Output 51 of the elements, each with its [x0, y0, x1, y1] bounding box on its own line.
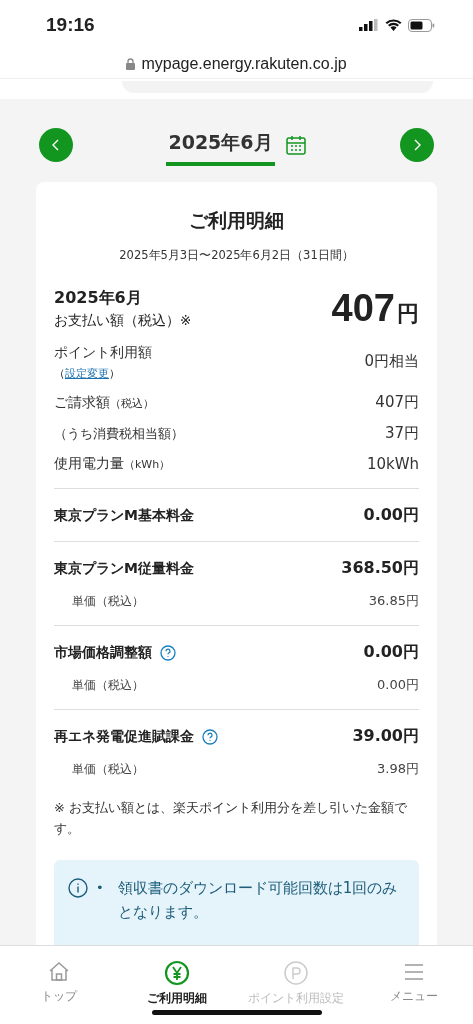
unit-price-value: 3.98円 [377, 760, 419, 778]
nav-tab[interactable]: ご利用明細 [118, 946, 237, 1024]
charge-label: 東京プランM従量料金 [54, 559, 194, 578]
nav-tab[interactable]: トップ [0, 946, 119, 1024]
battery-icon [408, 18, 435, 32]
lock-icon [126, 58, 136, 70]
currency-unit: 円 [397, 300, 419, 328]
url-text[interactable]: mypage.energy.rakuten.co.jp [141, 55, 347, 73]
charge-value: 0.00円 [363, 642, 419, 663]
summary-label: 使用電力量（kWh） [54, 455, 171, 473]
nav-tab[interactable]: メニュー [354, 946, 473, 1024]
status-time: 19:16 [46, 14, 95, 36]
settings-note: （設定変更） [54, 367, 120, 380]
charge-label: 東京プランM基本料金 [54, 506, 194, 525]
help-icon[interactable] [160, 644, 176, 661]
info-icon [68, 877, 88, 898]
signal-icon [359, 19, 379, 31]
unit-price-label: 単価（税込） [72, 592, 144, 610]
charge-value: 0.00円 [363, 505, 419, 526]
notice-text: 領収書のダウンロード可能回数は1回のみとなります。 [117, 877, 399, 923]
calendar-icon[interactable] [284, 134, 307, 156]
billing-period: 2025年5月3日〜2025年6月2日（31日間） [118, 248, 355, 263]
summary-label: （うち消費税相当額） [54, 424, 184, 443]
billing-month: 2025年6月 [54, 287, 143, 309]
month-label: 2025年6月 [166, 124, 275, 166]
unit-price-label: 単価（税込） [72, 676, 144, 694]
help-icon[interactable] [202, 728, 218, 745]
charge-value: 39.00円 [352, 726, 419, 747]
summary-label: ご請求額（税込） [54, 393, 154, 412]
card-title: ご利用明細 [188, 208, 285, 233]
summary-label: ポイント利用額 [54, 344, 152, 360]
summary-value: 37円 [384, 424, 419, 443]
settings-link[interactable]: 設定変更 [65, 367, 109, 380]
total-label: お支払い額（税込）※ [54, 311, 192, 330]
unit-price-label: 単価（税込） [72, 760, 144, 778]
unit-price-value: 0.00円 [377, 676, 419, 694]
summary-value: 0円相当 [364, 352, 419, 371]
summary-value: 10kWh [366, 455, 419, 473]
unit-price-value: 36.85円 [368, 592, 419, 610]
point-icon [282, 960, 309, 986]
yen-icon [164, 960, 191, 986]
previous-month-button[interactable] [39, 128, 73, 162]
wifi-icon [385, 19, 402, 31]
charge-label: 再エネ発電促進賦課金 [54, 727, 194, 746]
bullet-mark: • [96, 878, 104, 897]
footnote: ※ お支払い額とは、楽天ポイント利用分を差し引いた金額です。 [54, 799, 409, 838]
charge-value: 368.50円 [341, 558, 419, 579]
next-month-button[interactable] [400, 128, 434, 162]
charge-label: 市場価格調整額 [54, 643, 152, 662]
summary-value: 407円 [375, 393, 419, 412]
total-amount: 407 [331, 287, 395, 330]
